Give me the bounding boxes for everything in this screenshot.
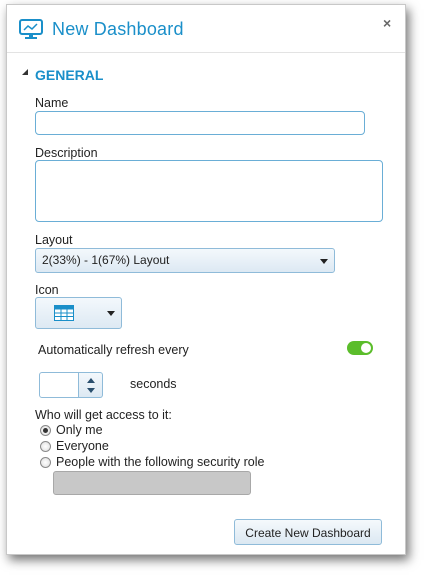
- auto-refresh-label: Automatically refresh every: [38, 343, 189, 357]
- name-input[interactable]: [35, 111, 365, 135]
- icon-label: Icon: [35, 283, 59, 297]
- chevron-down-icon: [107, 311, 115, 316]
- radio-only-me[interactable]: [40, 425, 51, 436]
- stepper-up-icon[interactable]: [87, 378, 95, 383]
- close-icon[interactable]: ×: [383, 15, 391, 31]
- access-label: Who will get access to it:: [35, 408, 172, 422]
- chevron-down-icon: [320, 259, 328, 264]
- new-dashboard-dialog: New Dashboard × GENERAL Name Description…: [6, 4, 406, 555]
- radio-only-me-label[interactable]: Only me: [56, 423, 103, 437]
- layout-select-value: 2(33%) - 1(67%) Layout: [42, 253, 170, 267]
- create-new-dashboard-button[interactable]: Create New Dashboard: [234, 519, 382, 545]
- grid-table-icon: [54, 305, 74, 321]
- section-title-general[interactable]: GENERAL: [35, 67, 103, 83]
- radio-security-role[interactable]: [40, 457, 51, 468]
- name-label: Name: [35, 96, 69, 110]
- stepper-down-icon[interactable]: [87, 388, 95, 393]
- icon-picker[interactable]: [35, 297, 122, 329]
- seconds-label: seconds: [130, 377, 177, 391]
- triangle-down-icon[interactable]: [22, 69, 28, 75]
- layout-label: Layout: [35, 233, 73, 247]
- refresh-interval-stepper[interactable]: [79, 372, 103, 398]
- toggle-knob: [361, 343, 371, 353]
- layout-select[interactable]: 2(33%) - 1(67%) Layout: [35, 248, 335, 273]
- radio-everyone[interactable]: [40, 441, 51, 452]
- refresh-interval-input[interactable]: [39, 372, 79, 398]
- monitor-icon: [19, 19, 43, 39]
- description-textarea[interactable]: [35, 160, 383, 222]
- radio-security-role-label[interactable]: People with the following security role: [56, 455, 264, 469]
- security-role-input[interactable]: [53, 471, 251, 495]
- dialog-title: New Dashboard: [52, 19, 184, 39]
- auto-refresh-toggle[interactable]: [347, 341, 373, 355]
- description-label: Description: [35, 146, 98, 160]
- radio-everyone-label[interactable]: Everyone: [56, 439, 109, 453]
- dialog-header: New Dashboard ×: [7, 5, 405, 53]
